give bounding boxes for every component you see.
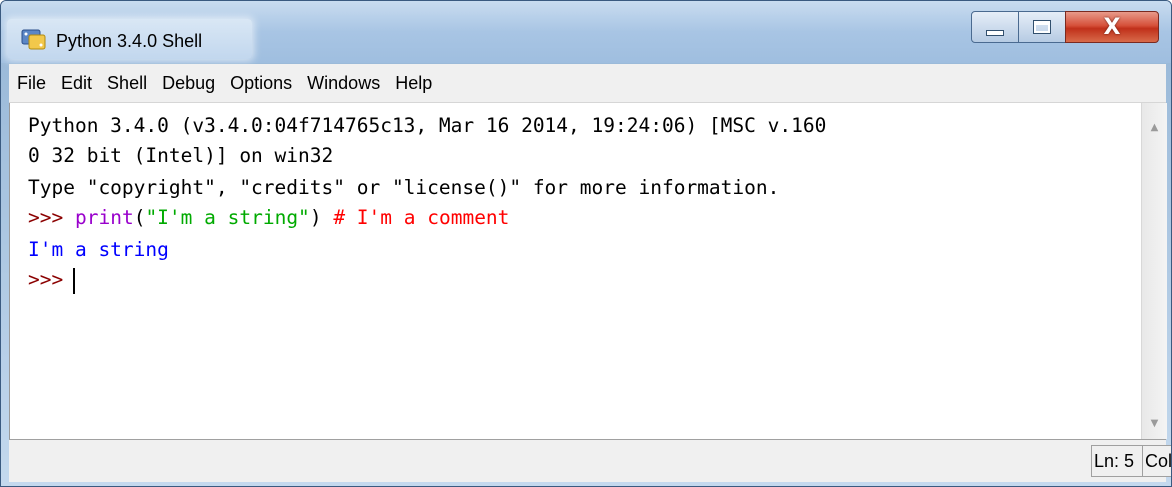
menu-file[interactable]: File (9, 73, 53, 94)
status-bar: Ln: 5 Col: 4 (9, 439, 1171, 482)
maximize-button[interactable] (1018, 11, 1066, 43)
text-cursor (73, 267, 76, 294)
menu-options[interactable]: Options (222, 73, 299, 94)
minimize-icon (986, 30, 1004, 36)
status-column-number: Col: 4 (1142, 445, 1171, 477)
close-paren: ) (309, 206, 322, 229)
info-line: Type "copyright", "credits" or "license(… (28, 176, 780, 199)
command-line: >>> print("I'm a string") # I'm a commen… (28, 203, 509, 233)
maximize-icon (1033, 20, 1051, 34)
string-literal: "I'm a string" (145, 206, 310, 229)
builtin-print: print (74, 206, 134, 229)
idle-shell-window: Python 3.4.0 Shell X File Edit Shell Deb… (0, 0, 1172, 487)
title-bar[interactable]: Python 3.4.0 Shell X (1, 1, 1171, 63)
shell-text-area[interactable]: Python 3.4.0 (v3.4.0:04f714765c13, Mar 1… (9, 103, 1142, 439)
status-line-number: Ln: 5 (1091, 445, 1143, 477)
menu-shell[interactable]: Shell (99, 73, 154, 94)
menu-edit[interactable]: Edit (53, 73, 99, 94)
scroll-up-icon[interactable]: ▲ (1143, 115, 1166, 139)
vertical-scrollbar[interactable]: ▲ ▼ (1141, 103, 1167, 439)
menu-bar: File Edit Shell Debug Options Windows He… (9, 64, 1166, 103)
scroll-down-icon[interactable]: ▼ (1143, 411, 1166, 435)
shell-prompt: >>> (28, 206, 64, 229)
banner-line-2: 0 32 bit (Intel)] on win32 (28, 144, 334, 167)
minimize-button[interactable] (971, 11, 1019, 43)
output-line: I'm a string (28, 238, 169, 261)
open-paren: ( (133, 206, 146, 229)
shell-prompt-current: >>> (28, 268, 64, 291)
code-comment: # I'm a comment (333, 206, 510, 229)
close-icon: X (1103, 14, 1121, 40)
window-title: Python 3.4.0 Shell (56, 31, 203, 51)
python-icon (21, 29, 46, 50)
close-button[interactable]: X (1065, 11, 1159, 43)
menu-windows[interactable]: Windows (299, 73, 387, 94)
input-line[interactable]: >>> (28, 265, 76, 295)
menu-debug[interactable]: Debug (154, 73, 222, 94)
menu-help[interactable]: Help (387, 73, 439, 94)
banner-line-1: Python 3.4.0 (v3.4.0:04f714765c13, Mar 1… (28, 114, 827, 137)
